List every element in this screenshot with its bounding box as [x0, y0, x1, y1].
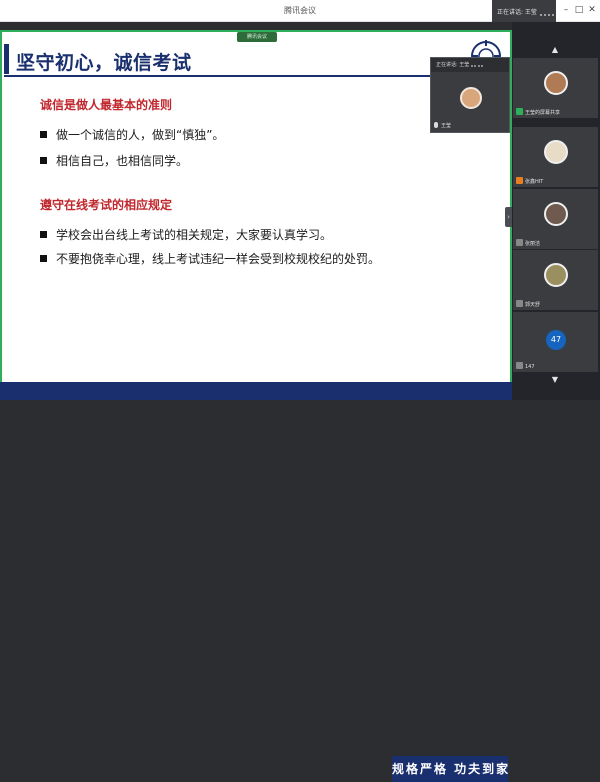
section-heading-rules: 遵守在线考试的相应规定: [40, 198, 173, 212]
speaking-label: 正在讲话: 王莹: [497, 9, 537, 16]
participant-name: 张丽洁: [516, 239, 540, 247]
avatar: [460, 87, 482, 109]
floating-speaker-video[interactable]: 正在讲话: 王莹 王莹: [430, 57, 510, 133]
mic-muted-icon: [516, 300, 523, 307]
participant-tile[interactable]: 王莹的屏幕共享: [513, 58, 598, 118]
bullet-square-icon: [40, 255, 47, 262]
mic-icon: [434, 122, 438, 128]
mic-muted-icon: [516, 362, 523, 369]
audio-wave-icon: [471, 62, 484, 67]
audio-wave-icon: [539, 10, 554, 16]
participant-tile[interactable]: 47 147: [513, 312, 598, 372]
speaking-indicator: 正在讲话: 王莹: [492, 0, 556, 22]
bullet-item: 做一个诚信的人，做到“慎独”。: [40, 126, 224, 143]
bullet-item: 学校会出台线上考试的相关规定，大家要认真学习。: [40, 226, 332, 243]
slide-slogan: 规格严格 功夫到家: [392, 756, 508, 782]
avatar: [544, 263, 568, 287]
participant-tile[interactable]: 张鑫HIT: [513, 127, 598, 187]
bullet-item: 不要抱侥幸心理，线上考试违纪一样会受到校规校纪的处罚。: [40, 250, 380, 267]
mic-muted-icon: [516, 239, 523, 246]
screen-share-pill[interactable]: 腾讯会议: [237, 32, 277, 42]
floating-video-header: 正在讲话: 王莹: [431, 58, 509, 72]
section-heading-integrity: 诚信是做人最基本的准则: [40, 98, 173, 112]
participant-name: 张鑫HIT: [516, 177, 543, 185]
chevron-down-icon[interactable]: ▼: [550, 376, 560, 384]
title-accent-bar: [4, 44, 9, 74]
screen-share-icon: [516, 108, 523, 115]
bullet-square-icon: [40, 231, 47, 238]
participant-name: 147: [516, 362, 535, 370]
host-icon: [516, 177, 523, 184]
avatar: [544, 71, 568, 95]
collapse-arrow-icon[interactable]: ›: [505, 207, 512, 227]
floating-video-name: 王莹: [434, 122, 451, 129]
chevron-up-icon[interactable]: ▲: [550, 46, 560, 54]
window-titlebar: 腾讯会议 正在讲话: 王莹 – □ ✕: [0, 0, 600, 22]
participant-name: 王莹的屏幕共享: [516, 108, 560, 116]
close-icon[interactable]: ✕: [586, 4, 598, 16]
avatar: [544, 140, 568, 164]
slide-title: 坚守初心，诚信考试: [16, 52, 192, 74]
minimize-icon[interactable]: –: [560, 4, 572, 16]
avatar: [544, 202, 568, 226]
participant-tile[interactable]: 张丽洁: [513, 189, 598, 249]
participant-tile[interactable]: 郭天舒: [513, 250, 598, 310]
participant-name: 郭天舒: [516, 300, 540, 308]
bullet-square-icon: [40, 157, 47, 164]
participant-count-avatar: 47: [546, 330, 566, 350]
bullet-square-icon: [40, 131, 47, 138]
maximize-icon[interactable]: □: [573, 4, 585, 16]
bullet-item: 相信自己，也相信同学。: [40, 152, 188, 169]
